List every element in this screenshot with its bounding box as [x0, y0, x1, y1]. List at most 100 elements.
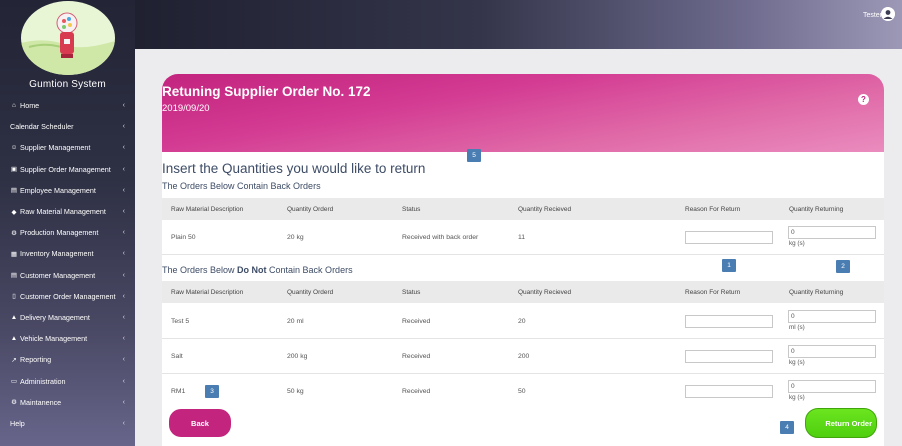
- tag-icon: ◆: [11, 208, 17, 216]
- unit-label: kg (s): [789, 359, 805, 366]
- chevron-left-icon: ‹: [122, 165, 125, 173]
- top-bar: Tester: [135, 0, 902, 49]
- sidebar-item-raw-material-management[interactable]: ◆ Raw Material Management ‹: [0, 201, 135, 222]
- sidebar-item-label: Customer Order Management: [20, 291, 116, 301]
- heading-emphasis: Do Not: [237, 265, 267, 275]
- chevron-left-icon: ‹: [122, 102, 125, 110]
- chevron-left-icon: ‹: [122, 229, 125, 237]
- row-description: Salt: [171, 352, 183, 360]
- row-quantity: 200 kg: [287, 352, 308, 360]
- col-quantity: Quantity Orderd: [287, 205, 334, 213]
- reason-input[interactable]: [685, 350, 773, 363]
- row-description: Plain 50: [171, 233, 196, 241]
- heading-text: The Orders Below: [162, 265, 238, 275]
- back-button[interactable]: Back: [169, 409, 231, 437]
- sidebar-item-calendar-scheduler[interactable]: Calendar Scheduler ‹: [0, 116, 135, 137]
- user-name[interactable]: Tester: [863, 12, 882, 19]
- sidebar-item-home[interactable]: ⌂ Home ‹: [0, 95, 135, 116]
- sidebar-item-delivery-management[interactable]: ▲ Delivery Management ‹: [0, 307, 135, 328]
- tour-badge-5: 5: [467, 149, 481, 162]
- sidebar-item-label: Raw Material Management: [20, 207, 106, 217]
- return-order-button[interactable]: Return Order: [805, 408, 877, 438]
- cogs-icon: ⚙: [11, 229, 17, 237]
- row-quantity: 20 kg: [287, 233, 304, 241]
- sidebar-item-help[interactable]: Help ‹: [0, 413, 135, 434]
- sidebar-item-label: Help: [10, 418, 25, 428]
- chevron-left-icon: ‹: [122, 356, 125, 364]
- row-received: 200: [518, 352, 530, 360]
- row-quantity: 20 ml: [287, 317, 304, 325]
- return-form: Insert the Quantities you would like to …: [162, 149, 884, 446]
- sidebar-item-label: Administration: [20, 376, 66, 386]
- chevron-left-icon: ‹: [122, 123, 125, 131]
- quantity-returning-input[interactable]: [788, 380, 876, 393]
- laptop-icon: ▭: [10, 378, 18, 386]
- table-row: Salt 200 kg Received 200: [162, 339, 884, 374]
- users-icon: ☺: [10, 144, 18, 152]
- sidebar-item-label: Production Management: [20, 228, 99, 238]
- sidebar-item-customer-order-management[interactable]: ▯ Customer Order Management ‹: [0, 286, 135, 307]
- reason-input[interactable]: [685, 315, 773, 328]
- sidebar-item-label: Supplier Management: [20, 143, 91, 153]
- sidebar-item-administration[interactable]: ▭ Administration ‹: [0, 370, 135, 391]
- unit-label: kg (s): [789, 394, 805, 401]
- order-banner: Retuning Supplier Order No. 172 2019/09/…: [162, 74, 884, 152]
- table-row: Plain 50 20 kg Received with back order …: [162, 220, 884, 255]
- order-date: 2019/09/20: [162, 103, 210, 114]
- row-description: Test 5: [171, 317, 190, 325]
- sidebar-item-employee-management[interactable]: ▤ Employee Management ‹: [0, 180, 135, 201]
- row-status: Received with back order: [402, 233, 479, 241]
- sidebar-item-customer-management[interactable]: ▤ Customer Management ‹: [0, 265, 135, 286]
- chevron-left-icon: ‹: [122, 398, 125, 406]
- sidebar-item-supplier-order-management[interactable]: ▣ Supplier Order Management ‹: [0, 159, 135, 180]
- sidebar-item-label: Reporting: [20, 355, 52, 365]
- truck-icon: ▣: [10, 166, 18, 174]
- chevron-left-icon: ‹: [122, 250, 125, 258]
- row-status: Received: [402, 317, 431, 325]
- col-returning: Quantity Returning: [789, 205, 844, 213]
- brand-name: Gumtion System: [29, 79, 106, 90]
- sidebar-item-reporting[interactable]: ↗ Reporting ‹: [0, 349, 135, 370]
- tour-badge-3: 3: [205, 385, 219, 398]
- home-icon: ⌂: [12, 102, 16, 110]
- col-status: Status: [402, 288, 421, 296]
- col-received: Quantity Recieved: [518, 288, 572, 296]
- col-reason: Reason For Return: [685, 205, 741, 213]
- page-title: Retuning Supplier Order No. 172: [162, 84, 371, 99]
- gear-icon: ⚙: [11, 399, 17, 407]
- row-received: 50: [518, 388, 526, 395]
- unit-label: kg (s): [789, 240, 805, 247]
- sidebar-item-supplier-management[interactable]: ☺ Supplier Management ‹: [0, 137, 135, 158]
- col-received: Quantity Recieved: [518, 205, 572, 213]
- col-returning: Quantity Returning: [789, 288, 844, 296]
- quantity-returning-input[interactable]: [788, 226, 876, 239]
- reason-input[interactable]: [685, 231, 773, 244]
- chevron-left-icon: ‹: [122, 335, 125, 343]
- chevron-left-icon: ‹: [122, 419, 125, 427]
- help-icon[interactable]: ?: [858, 94, 869, 105]
- user-avatar-icon[interactable]: [881, 7, 895, 21]
- logo: [21, 1, 115, 75]
- sidebar-item-vehicle-management[interactable]: ▲ Vehicle Management ‹: [0, 328, 135, 349]
- sidebar-item-label: Customer Management: [20, 270, 96, 280]
- row-received: 11: [518, 233, 526, 241]
- table-icon: ▦: [10, 250, 18, 258]
- table-header: Raw Material Description Quantity Orderd…: [162, 198, 884, 220]
- car-icon: ▲: [10, 313, 18, 321]
- sidebar-nav: ⌂ Home ‹ Calendar Scheduler ‹ ☺ Supplier Manag…: [0, 95, 135, 434]
- unit-label: ml (s): [789, 324, 805, 331]
- col-description: Raw Material Description: [171, 288, 244, 296]
- sidebar-item-label: Calendar Scheduler: [10, 122, 74, 132]
- no-back-orders-heading: The Orders Below Do Not Contain Back Ord…: [162, 265, 353, 275]
- chevron-left-icon: ‹: [122, 313, 125, 321]
- sidebar-item-production-management[interactable]: ⚙ Production Management ‹: [0, 222, 135, 243]
- id-card-icon: ▤: [10, 187, 18, 195]
- sidebar-item-inventory-management[interactable]: ▦ Inventory Management ‹: [0, 243, 135, 264]
- reason-input[interactable]: [685, 385, 773, 398]
- sidebar-item-maintanence[interactable]: ⚙ Maintanence ‹: [0, 392, 135, 413]
- sidebar-item-label: Vehicle Management: [20, 334, 88, 344]
- form-heading: Insert the Quantities you would like to …: [162, 161, 426, 176]
- chevron-left-icon: ‹: [122, 186, 125, 194]
- quantity-returning-input[interactable]: [788, 310, 876, 323]
- quantity-returning-input[interactable]: [788, 345, 876, 358]
